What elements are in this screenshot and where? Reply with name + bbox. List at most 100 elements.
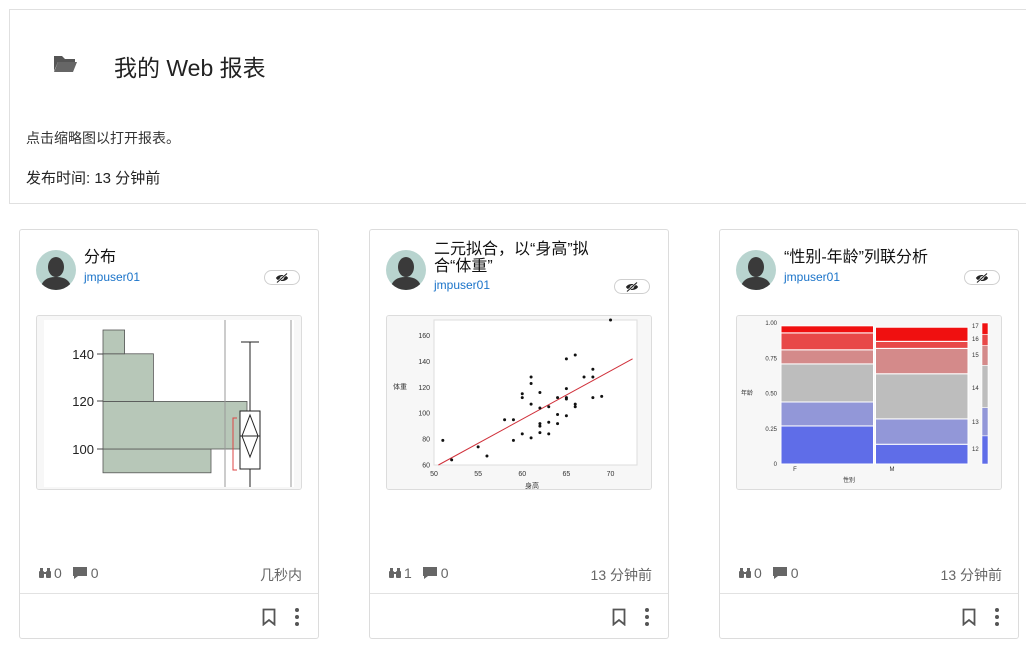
mosaic-cell [875,326,969,342]
scatter-point [556,422,560,426]
distribution-chart: 140 120 100 [37,316,301,489]
y-tick-label: 0.25 [765,427,777,433]
eye-off-icon [976,272,988,283]
legend-label: 12 [972,447,979,453]
mosaic-cell [780,325,874,334]
avatar [736,250,776,290]
report-card-contingency[interactable]: “性别-年龄”列联分析 jmpuser01 17 16 15 14 13 12 1.00 0… [719,229,1019,639]
scatter-point [529,402,533,406]
card-title[interactable]: 分布 [84,249,244,266]
mosaic-cell [875,340,969,349]
card-title[interactable]: 二元拟合，以“身高”拟合“体重” [434,241,594,275]
scatter-point [538,406,542,410]
report-card-distribution[interactable]: 分布 jmpuser01 140 120 100 0 0 几秒内 [19,229,319,639]
report-thumbnail[interactable]: 17 16 15 14 13 12 1.00 0.75 0.50 0.25 0 年龄 F M 性别 [736,315,1002,490]
more-options-icon[interactable] [994,607,1000,627]
bookmark-icon[interactable] [612,608,626,626]
y-tick-label: 100 [72,442,94,457]
mosaic-cell [875,373,969,420]
legend-swatch [981,333,989,346]
legend-label: 14 [972,386,979,392]
comment-icon [422,567,437,579]
view-count: 1 [404,565,412,581]
x-tick-label: M [890,467,895,473]
eye-off-icon [276,272,288,283]
folder-open-icon [54,56,77,72]
bookmark-icon[interactable] [962,608,976,626]
report-thumbnail[interactable]: 50 55 60 65 70 60 80 100 120 140 160 体重 身高 [386,315,652,490]
x-tick-label: 70 [607,471,615,478]
legend-label: 15 [972,353,979,359]
more-options-icon[interactable] [294,607,300,627]
legend-swatch [981,345,989,366]
scatter-point [609,318,613,322]
scatter-point [529,436,533,440]
legend-swatch [981,322,989,335]
scatter-point [547,405,551,409]
y-tick-label: 80 [422,437,430,444]
card-stats: 0 0 [38,565,105,581]
x-axis-label: 身高 [525,481,539,489]
card-author[interactable]: jmpuser01 [84,270,140,284]
page-title: 我的 Web 报表 [114,55,266,81]
y-tick-label: 60 [422,463,430,470]
scatter-point [582,375,586,379]
y-tick-label: 120 [72,394,94,409]
report-thumbnail[interactable]: 140 120 100 [36,315,302,490]
comment-icon [72,567,87,579]
mosaic-cell [780,332,874,351]
binoculars-icon [739,568,751,578]
report-card-bivariate-fit[interactable]: 二元拟合，以“身高”拟合“体重” jmpuser01 50 55 60 65 70 60 8… [369,229,669,639]
legend-label: 17 [972,324,979,330]
view-count: 0 [754,565,762,581]
mosaic-cell [780,401,874,427]
legend-swatch [981,407,989,437]
view-count: 0 [54,565,62,581]
card-footer [20,593,318,640]
histogram-bar [102,353,154,402]
scatter-point [573,402,577,406]
legend-swatch [981,435,989,465]
scatter-point [441,438,445,442]
scatter-point [538,391,542,394]
legend-swatch [981,364,989,408]
more-options-icon[interactable] [644,607,650,627]
mosaic-cell [875,347,969,375]
hide-button[interactable] [964,270,1000,285]
comment-count: 0 [440,565,449,581]
scatter-point [520,432,524,436]
mosaic-cell [875,418,969,445]
scatter-point [538,431,542,435]
scatter-point [511,438,515,442]
card-author[interactable]: jmpuser01 [784,270,840,284]
legend-label: 16 [972,337,979,343]
card-footer [720,593,1018,640]
scatter-point [538,422,542,426]
scatter-point [591,375,595,379]
histogram-bar [102,448,212,474]
scatter-point [503,418,507,422]
legend-label: 13 [972,420,979,426]
hide-button[interactable] [264,270,300,285]
mosaic-cell [875,443,969,465]
x-axis-label: 性别 [843,476,855,484]
card-updated-time: 几秒内 [260,567,302,583]
y-tick-label: 100 [418,411,430,418]
comment-count: 0 [790,565,799,581]
scatter-point [538,424,542,428]
scatter-chart: 50 55 60 65 70 60 80 100 120 140 160 体重 身高 [387,316,651,489]
x-tick-label: 50 [430,471,438,478]
scatter-point [573,353,577,357]
scatter-point [520,392,524,396]
scatter-point [564,357,568,361]
hide-button[interactable] [614,279,650,294]
scatter-point [564,414,568,418]
report-header: 我的 Web 报表 点击缩略图以打开报表。 发布时间: 13 分钟前 [9,9,1026,204]
card-title[interactable]: “性别-年龄”列联分析 [784,249,964,266]
card-author[interactable]: jmpuser01 [434,278,490,292]
mosaic-chart: 171615141312 1.000.750.500.250 年龄 F M 性别 [737,316,1001,489]
y-tick-label: 120 [418,385,430,392]
y-tick-label: 0.75 [765,356,777,362]
bookmark-icon[interactable] [262,608,276,626]
page-subtitle: 点击缩略图以打开报表。 [26,130,180,146]
